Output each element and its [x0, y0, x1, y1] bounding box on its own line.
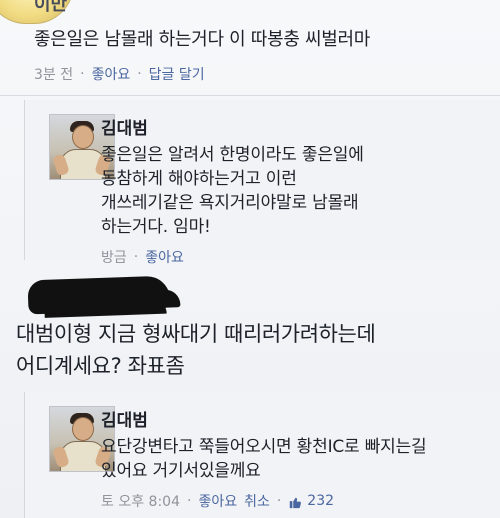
- reply-line: 좋은일은 알려서 한명이라도 좋은일에: [101, 145, 364, 165]
- reply-text-2: 요단강변타고 쭉들어오시면 황천IC로 빠지는길 있어요 거기서있을께요: [101, 435, 483, 483]
- reply-author-name[interactable]: 김대범: [101, 406, 483, 431]
- top-comment-reply-link[interactable]: 답글 달기: [149, 64, 205, 84]
- middle-comment: 대범이형 지금 형싸대기 때리러가려하는데 어디계세요? 좌표좀: [0, 260, 500, 390]
- thumbs-up-icon: [288, 495, 302, 509]
- top-comment-text: 좋은일은 남몰래 하는거다 이 따봉충 씨벌러마: [34, 29, 371, 50]
- meta-separator: ·: [186, 493, 192, 509]
- meta-separator: ·: [276, 493, 282, 509]
- comment-thread-screen: 이만 좋은일은 남몰래 하는거다 이 따봉충 씨벌러마 3분 전 · 좋아요 ·…: [0, 0, 500, 518]
- cropped-commenter-name: 이만: [34, 0, 68, 15]
- reply-time: 토 오후 8:04: [101, 494, 180, 510]
- reply-cancel-link[interactable]: 취소: [244, 491, 270, 511]
- avatar-head-shape: [72, 125, 94, 149]
- top-comment-like-link[interactable]: 좋아요: [92, 64, 131, 84]
- reply-card-1: 김대범 좋은일은 알려서 한명이라도 좋은일에 동참하게 해야하는거고 이런 개…: [24, 100, 500, 266]
- reply-card-2: 김대범 요단강변타고 쭉들어오시면 황천IC로 빠지는길 있어요 거기서있을께요…: [24, 392, 500, 518]
- reply-line: 동참하게 해야하는거고 이런: [101, 169, 297, 189]
- reply-line: 하는거다. 임마!: [101, 217, 211, 237]
- meta-separator: ·: [80, 66, 85, 82]
- redaction-scribble: [27, 275, 171, 315]
- reply-line: 요단강변타고 쭉들어오시면 황천IC로 빠지는길: [101, 437, 427, 457]
- middle-comment-line: 어디계세요? 좌표좀: [16, 354, 185, 378]
- reply-text-1: 좋은일은 알려서 한명이라도 좋은일에 동참하게 해야하는거고 이런 개쓰레기같…: [101, 143, 483, 239]
- reaction-count[interactable]: 232: [288, 493, 334, 509]
- reply-meta-2: 토 오후 8:04 · 좋아요 취소 · 232: [101, 491, 483, 511]
- top-comment-meta: 3분 전 · 좋아요 · 답글 달기: [34, 64, 205, 84]
- comment-divider: [0, 95, 500, 96]
- top-comment-time: 3분 전: [34, 67, 74, 83]
- middle-comment-line: 대범이형 지금 형싸대기 때리러가려하는데: [16, 322, 376, 346]
- reply-body-2: 김대범 요단강변타고 쭉들어오시면 황천IC로 빠지는길 있어요 거기서있을께요…: [101, 406, 483, 511]
- reply-line: 있어요 거기서있을께요: [101, 461, 261, 481]
- reply-author-name[interactable]: 김대범: [101, 114, 483, 139]
- avatar-head-shape: [72, 417, 94, 441]
- reply-line: 개쓰레기같은 욕지거리야말로 남몰래: [101, 193, 359, 213]
- middle-comment-text: 대범이형 지금 형싸대기 때리러가려하는데 어디계세요? 좌표좀: [16, 318, 376, 382]
- top-comment: 이만 좋은일은 남몰래 하는거다 이 따봉충 씨벌러마 3분 전 · 좋아요 ·…: [0, 0, 500, 100]
- reply-body-1: 김대범 좋은일은 알려서 한명이라도 좋은일에 동참하게 해야하는거고 이런 개…: [101, 114, 483, 267]
- reaction-count-value: 232: [307, 493, 335, 509]
- reply-like-link[interactable]: 좋아요: [198, 491, 237, 511]
- meta-separator: ·: [137, 66, 142, 82]
